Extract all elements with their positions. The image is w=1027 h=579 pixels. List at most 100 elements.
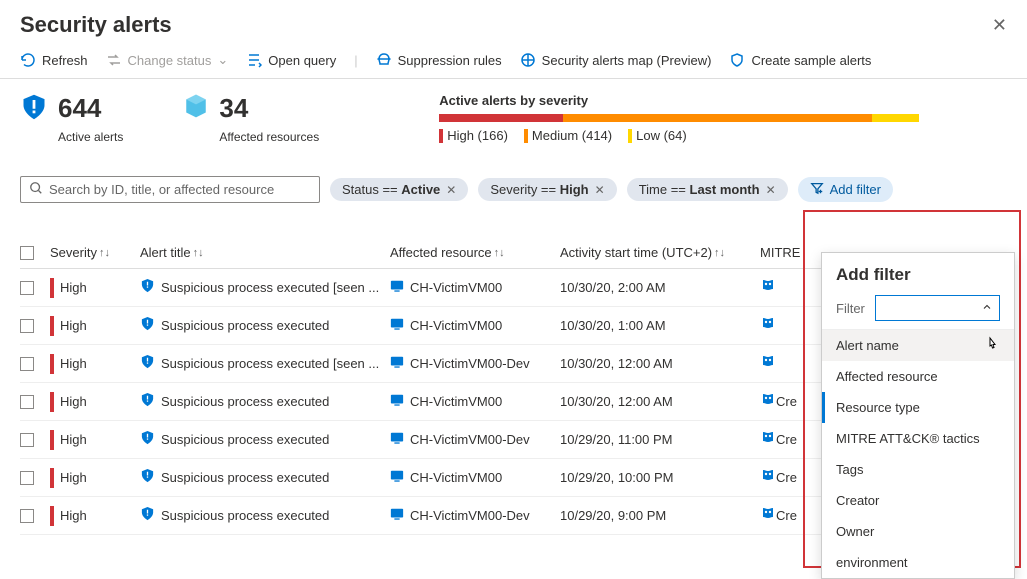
mitre-icon <box>760 429 776 450</box>
row-checkbox[interactable] <box>20 319 34 333</box>
time-text: 10/29/20, 11:00 PM <box>560 432 673 447</box>
mitre-icon <box>760 505 776 526</box>
remove-icon[interactable]: ✕ <box>446 183 456 197</box>
close-icon[interactable]: ✕ <box>992 15 1007 36</box>
alerts-map-button[interactable]: Security alerts map (Preview) <box>520 52 712 68</box>
refresh-label: Refresh <box>42 53 88 68</box>
sample-alerts-button[interactable]: Create sample alerts <box>729 52 871 68</box>
chevron-up-icon <box>981 301 993 316</box>
resource-icon <box>390 279 404 296</box>
time-text: 10/30/20, 2:00 AM <box>560 280 666 295</box>
pill-text: Status == Active <box>342 182 440 197</box>
active-label: Active alerts <box>58 130 123 144</box>
alert-title-text: Suspicious process executed <box>161 508 329 523</box>
dd-owner[interactable]: Owner <box>822 516 1014 547</box>
page-title: Security alerts <box>20 12 172 38</box>
active-alerts-stat: 644 Active alerts <box>20 93 123 144</box>
alert-title-text: Suspicious process executed [seen ... <box>161 280 379 295</box>
row-checkbox[interactable] <box>20 433 34 447</box>
stats-row: 644 Active alerts 34 Affected resources … <box>0 79 1027 158</box>
popup-title: Add filter <box>822 265 1014 295</box>
remove-icon[interactable]: ✕ <box>595 183 605 197</box>
time-text: 10/30/20, 1:00 AM <box>560 318 666 333</box>
filter-add-icon <box>810 181 824 198</box>
dd-creator[interactable]: Creator <box>822 485 1014 516</box>
severity-text: High <box>60 470 87 485</box>
filter-pill-status[interactable]: Status == Active ✕ <box>330 178 468 201</box>
separator: | <box>354 53 357 68</box>
mitre-icon <box>760 467 776 488</box>
search-input[interactable]: Search by ID, title, or affected resourc… <box>20 176 320 203</box>
sev-high-bar <box>439 114 563 122</box>
mitre-text: Cre <box>776 432 797 447</box>
search-placeholder: Search by ID, title, or affected resourc… <box>49 182 274 197</box>
dd-tags[interactable]: Tags <box>822 454 1014 485</box>
severity-text: High <box>60 508 87 523</box>
col-title[interactable]: Alert title ↑↓ <box>140 245 390 260</box>
alert-icon <box>140 278 155 297</box>
toolbar: Refresh Change status ⌄ Open query | Sup… <box>0 46 1027 79</box>
dd-affected-resource[interactable]: Affected resource <box>822 361 1014 392</box>
affected-resources-stat: 34 Affected resources <box>183 93 319 144</box>
sample-alerts-label: Create sample alerts <box>751 53 871 68</box>
suppression-button[interactable]: Suppression rules <box>376 52 502 68</box>
pill-text: Time == Last month <box>639 182 760 197</box>
row-checkbox[interactable] <box>20 395 34 409</box>
severity-legend: High (166) Medium (414) Low (64) <box>439 128 1007 143</box>
severity-block: Active alerts by severity High (166) Med… <box>439 93 1007 143</box>
mitre-icon <box>760 277 776 298</box>
dd-alert-name[interactable]: Alert name <box>822 330 1014 361</box>
severity-stripe <box>50 354 54 374</box>
col-resource[interactable]: Affected resource ↑↓ <box>390 245 560 260</box>
refresh-button[interactable]: Refresh <box>20 52 88 68</box>
resource-text: CH-VictimVM00 <box>410 394 502 409</box>
change-status-label: Change status <box>128 53 212 68</box>
dd-mitre[interactable]: MITRE ATT&CK® tactics <box>822 423 1014 454</box>
add-filter-popup: Add filter Filter Alert name Affected re… <box>821 252 1015 579</box>
row-checkbox[interactable] <box>20 357 34 371</box>
resource-icon <box>390 355 404 372</box>
mitre-icon <box>760 353 776 374</box>
time-text: 10/30/20, 12:00 AM <box>560 356 673 371</box>
col-mitre[interactable]: MITRE <box>760 245 820 260</box>
mitre-icon <box>760 315 776 336</box>
remove-icon[interactable]: ✕ <box>766 183 776 197</box>
col-severity[interactable]: Severity ↑↓ <box>50 245 140 260</box>
resource-icon <box>390 431 404 448</box>
severity-title: Active alerts by severity <box>439 93 1007 108</box>
affected-label: Affected resources <box>219 130 319 144</box>
alert-title-text: Suspicious process executed <box>161 432 329 447</box>
severity-text: High <box>60 318 87 333</box>
severity-stripe <box>50 278 54 298</box>
legend-medium: Medium (414) <box>524 128 612 143</box>
filter-pill-time[interactable]: Time == Last month ✕ <box>627 178 788 201</box>
severity-stripe <box>50 316 54 336</box>
severity-stripe <box>50 468 54 488</box>
filter-pill-severity[interactable]: Severity == High ✕ <box>478 178 616 201</box>
open-query-button[interactable]: Open query <box>246 52 336 68</box>
select-all-checkbox[interactable] <box>20 246 34 260</box>
sev-med-bar <box>563 114 872 122</box>
resource-text: CH-VictimVM00-Dev <box>410 356 530 371</box>
severity-text: High <box>60 432 87 447</box>
alert-icon <box>140 392 155 411</box>
col-time[interactable]: Activity start time (UTC+2) ↑↓ <box>560 245 760 260</box>
affected-count: 34 <box>219 93 319 124</box>
mitre-text: Cre <box>776 470 797 485</box>
row-checkbox[interactable] <box>20 281 34 295</box>
row-checkbox[interactable] <box>20 509 34 523</box>
filter-select[interactable] <box>875 295 1000 321</box>
resource-text: CH-VictimVM00-Dev <box>410 508 530 523</box>
row-checkbox[interactable] <box>20 471 34 485</box>
dd-environment[interactable]: environment <box>822 547 1014 578</box>
time-text: 10/30/20, 12:00 AM <box>560 394 673 409</box>
time-text: 10/29/20, 9:00 PM <box>560 508 666 523</box>
resource-text: CH-VictimVM00 <box>410 318 502 333</box>
filter-bar: Search by ID, title, or affected resourc… <box>0 158 1027 207</box>
alert-title-text: Suspicious process executed <box>161 318 329 333</box>
legend-high: High (166) <box>439 128 508 143</box>
alert-icon <box>140 506 155 525</box>
alert-title-text: Suspicious process executed <box>161 394 329 409</box>
dd-resource-type[interactable]: Resource type <box>822 392 1014 423</box>
add-filter-button[interactable]: Add filter <box>798 177 893 202</box>
